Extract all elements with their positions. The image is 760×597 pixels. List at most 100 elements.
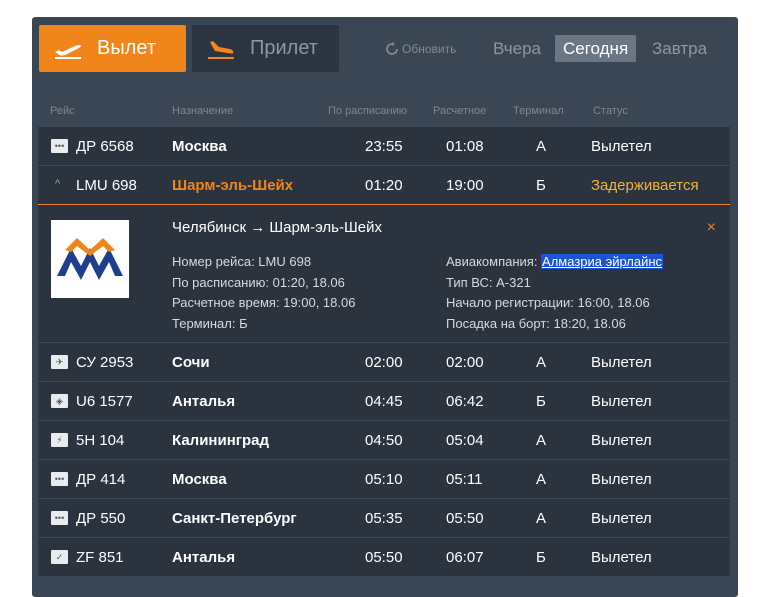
status-delayed: Задерживается (591, 177, 699, 194)
destination: Шарм-эль-Шейх (172, 177, 294, 194)
column-terminal: Терминал (513, 105, 564, 117)
dots-logo-icon: ••• (51, 472, 68, 486)
departure-tab-label: Вылет (97, 37, 157, 59)
day-yesterday[interactable]: Вчера (485, 35, 549, 62)
scheduled-time: 23:55 (365, 138, 403, 155)
column-estimated: Расчетное (433, 105, 487, 117)
destination: Анталья (172, 549, 236, 566)
detail-flight-number: Номер рейса: LMU 698 (172, 254, 312, 269)
expand-caret-icon[interactable]: ^ (55, 178, 60, 190)
terminal: Б (536, 177, 546, 194)
dots-logo-icon: ••• (51, 139, 68, 153)
detail-boarding: Посадка на борт: 18:20, 18.06 (446, 315, 626, 331)
flight-number: U6 1577 (76, 393, 133, 410)
status: Вылетел (591, 510, 652, 527)
terminal: А (536, 138, 547, 155)
detail-aircraft: Тип ВС: А-321 (446, 274, 531, 290)
table-row-expanded[interactable]: ^ LMU 698 Шарм-эль-Шейх 01:20 19:00 Б За… (38, 166, 730, 205)
scheduled-time: 02:00 (365, 354, 403, 371)
departure-plane-icon (55, 44, 81, 59)
estimated-time: 19:00 (446, 177, 484, 194)
close-detail-button[interactable]: × (707, 219, 716, 237)
detail-route: Челябинск → Шарм-эль-Шейх (172, 219, 382, 236)
scheduled-time: 01:20 (365, 177, 403, 194)
flight-number: LMU 698 (76, 177, 137, 194)
status: Вылетел (591, 432, 652, 449)
estimated-time: 05:50 (446, 510, 484, 527)
scheduled-time: 04:50 (365, 432, 403, 449)
estimated-time: 02:00 (446, 354, 484, 371)
ural-logo-icon: ◈ (51, 394, 68, 408)
status: Вылетел (591, 471, 652, 488)
detail-estimated: Расчетное время: 19:00, 18.06 (172, 295, 356, 310)
airline-link[interactable]: Алмазриа эйрлайнс (541, 254, 664, 269)
table-header: Рейс Назначение По расписанию Расчетное … (32, 101, 738, 123)
detail-terminal: Терминал: Б (172, 315, 248, 331)
flight-detail-panel: Челябинск → Шарм-эль-Шейх Номер рейса: L… (38, 205, 730, 343)
detail-left-column: Номер рейса: LMU 698 По расписанию: 01:2… (172, 252, 355, 334)
table-row[interactable]: ⚡ 5Н 104 Калининград 04:50 05:04 А Вылет… (38, 421, 730, 460)
destination: Москва (172, 138, 227, 155)
destination: Сочи (172, 354, 210, 371)
flight-number: ДР 6568 (76, 138, 134, 155)
terminal: А (536, 471, 547, 488)
top-bar: Вылет Прилет Обновить Вчера Сегодня Завт… (32, 17, 738, 89)
dots-logo-icon: ••• (51, 511, 68, 525)
detail-airline: Авиакомпания: Алмазриа эйрлайнс (446, 252, 664, 273)
detail-right-column: Авиакомпания: Алмазриа эйрлайнс Тип ВС: … (446, 252, 664, 334)
arrival-tab-label: Прилет (250, 37, 318, 59)
destination: Анталья (172, 393, 236, 410)
refresh-icon (386, 42, 398, 55)
table-row[interactable]: ✓ ZF 851 Анталья 05:50 06:07 Б Вылетел (38, 538, 730, 577)
day-today[interactable]: Сегодня (555, 35, 637, 62)
column-flight: Рейс (50, 105, 75, 117)
destination: Калининград (172, 432, 270, 449)
terminal: А (536, 432, 547, 449)
table-row[interactable]: ••• ДР 414 Москва 05:10 05:11 А Вылетел (38, 460, 730, 499)
flight-board: Вылет Прилет Обновить Вчера Сегодня Завт… (32, 17, 738, 597)
scheduled-time: 05:35 (365, 510, 403, 527)
airline-logo-icon (51, 220, 129, 298)
scheduled-time: 05:10 (365, 471, 403, 488)
terminal: А (536, 354, 547, 371)
arrival-plane-icon (208, 40, 234, 59)
estimated-time: 06:42 (446, 393, 484, 410)
table-row[interactable]: ••• ДР 6568 Москва 23:55 01:08 А Вылетел (38, 127, 730, 166)
flight-number: ДР 414 (76, 471, 126, 488)
destination: Москва (172, 471, 227, 488)
aeroflot-logo-icon: ✈ (51, 355, 68, 369)
refresh-label: Обновить (402, 42, 457, 56)
status: Вылетел (591, 354, 652, 371)
flights-table: ••• ДР 6568 Москва 23:55 01:08 А Вылетел… (38, 127, 730, 577)
estimated-time: 01:08 (446, 138, 484, 155)
flight-number: ZF 851 (76, 549, 124, 566)
detail-checkin: Начало регистрации: 16:00, 18.06 (446, 295, 650, 310)
column-destination: Назначение (172, 105, 234, 117)
refresh-button[interactable]: Обновить (385, 42, 456, 56)
scheduled-time: 04:45 (365, 393, 403, 410)
day-tomorrow[interactable]: Завтра (644, 35, 715, 62)
column-scheduled: По расписанию (328, 105, 408, 117)
table-row[interactable]: ✈ СУ 2953 Сочи 02:00 02:00 А Вылетел (38, 343, 730, 382)
flight-number: 5Н 104 (76, 432, 125, 449)
departure-tab[interactable]: Вылет (39, 25, 186, 72)
s7-logo-icon: ⚡ (51, 433, 68, 447)
table-row[interactable]: ••• ДР 550 Санкт-Петербург 05:35 05:50 А… (38, 499, 730, 538)
table-row[interactable]: ◈ U6 1577 Анталья 04:45 06:42 Б Вылетел (38, 382, 730, 421)
detail-airline-label: Авиакомпания: (446, 254, 542, 269)
flight-number: СУ 2953 (76, 354, 134, 371)
azur-logo-icon: ✓ (51, 550, 68, 564)
terminal: Б (536, 393, 546, 410)
flight-number: ДР 550 (76, 510, 126, 527)
status: Вылетел (591, 138, 652, 155)
status: Вылетел (591, 393, 652, 410)
estimated-time: 06:07 (446, 549, 484, 566)
status: Вылетел (591, 549, 652, 566)
estimated-time: 05:11 (446, 471, 483, 488)
destination: Санкт-Петербург (172, 510, 297, 527)
arrival-tab[interactable]: Прилет (192, 25, 339, 72)
terminal: Б (536, 549, 546, 566)
scheduled-time: 05:50 (365, 549, 403, 566)
column-status: Статус (593, 105, 628, 117)
estimated-time: 05:04 (446, 432, 484, 449)
